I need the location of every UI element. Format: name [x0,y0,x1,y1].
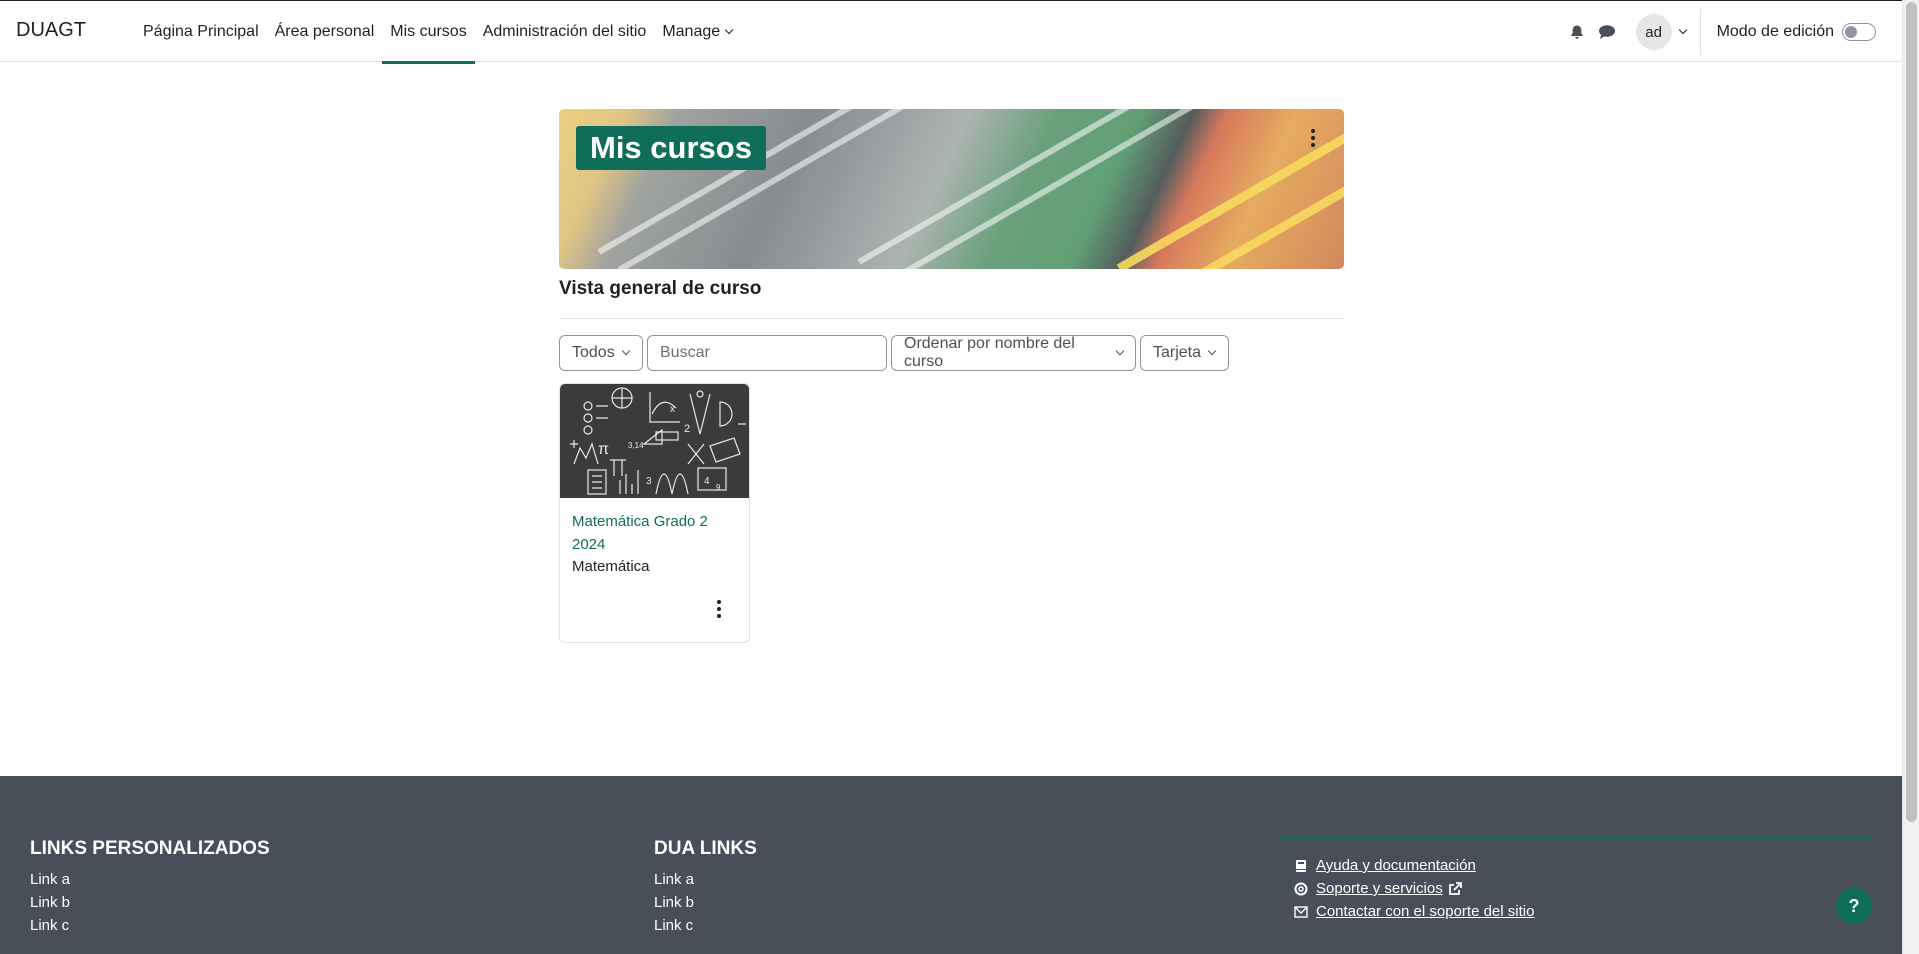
contact-support-link[interactable]: Contactar con el soporte del sitio [1294,900,1872,923]
nav-divider [1699,9,1701,55]
support-services-link[interactable]: Soporte y servicios [1294,877,1872,900]
page-footer: LINKS PERSONALIZADOS Link a Link b Link … [0,776,1902,954]
sort-dropdown[interactable]: Ordenar por nombre del curso [891,335,1136,371]
svg-text:x: x [670,404,675,415]
divider [559,318,1344,319]
scrollbar-thumb[interactable] [1906,2,1917,822]
search-input[interactable] [647,335,887,371]
site-brand[interactable]: DUAGT [16,19,86,42]
footer-link-c[interactable]: Link c [30,914,270,937]
course-category: Matemática [572,558,650,575]
grouping-label: Todos [572,344,615,361]
nav-dashboard-label: Área personal [274,23,375,40]
svg-text:π: π [598,441,609,458]
primary-navigation: Página Principal Área personal Mis curso… [135,1,740,64]
help-button[interactable]: ? [1836,888,1872,924]
course-card: 49 2 π 3,14 x 3 Matemática Grado 2 2024 … [559,383,750,643]
docs-link-label: Ayuda y documentación [1316,857,1476,874]
page-scrollbar[interactable] [1902,0,1919,954]
edit-mode-label: Modo de edición [1716,23,1834,40]
svg-text:3: 3 [646,476,652,487]
svg-text:3,14: 3,14 [628,441,644,450]
nav-home-label: Página Principal [143,23,259,40]
kebab-icon [1311,129,1315,133]
chevron-down-icon [1207,346,1217,356]
nav-my-courses[interactable]: Mis cursos [382,1,476,64]
kebab-dot [1311,143,1315,147]
nav-site-admin-label: Administración del sitio [482,23,647,40]
footer-link-a[interactable]: Link a [30,868,270,891]
external-link-icon [1448,881,1462,895]
chevron-down-icon [724,25,734,35]
nav-manage-label: Manage [662,23,721,40]
footer-dua-links-title: DUA LINKS [654,838,757,859]
footer-dua-link-a[interactable]: Link a [654,868,757,891]
sort-label: Ordenar por nombre del curso [904,335,1075,370]
nav-home[interactable]: Página Principal [135,1,267,63]
support-services-label: Soporte y servicios [1316,880,1443,897]
header-actions-button[interactable] [1310,129,1316,147]
user-menu-chevron-icon[interactable] [1678,25,1687,35]
user-controls: ad Modo de edición [1562,1,1902,63]
course-image[interactable]: 49 2 π 3,14 x 3 [560,384,749,498]
docs-link[interactable]: Ayuda y documentación [1294,854,1872,877]
edit-mode-toggle[interactable] [1842,23,1876,41]
nav-my-courses-label: Mis cursos [390,23,467,40]
footer-link-b[interactable]: Link b [30,891,270,914]
page-title: Mis cursos [576,126,766,170]
top-navbar: DUAGT Página Principal Área personal Mis… [0,0,1902,64]
svg-text:9: 9 [716,483,721,492]
user-initials: ad [1645,23,1662,41]
course-actions-button[interactable] [717,600,721,618]
avatar[interactable]: ad [1635,14,1672,50]
nav-site-admin[interactable]: Administración del sitio [475,1,655,63]
svg-text:4: 4 [704,476,710,487]
lifebuoy-icon [1294,882,1308,895]
svg-text:2: 2 [684,423,690,435]
view-dropdown[interactable]: Tarjeta [1140,335,1229,371]
book-icon [1296,859,1306,872]
chat-icon [1598,25,1615,39]
toggle-knob [1845,25,1857,38]
chevron-down-icon [621,346,630,356]
kebab-dot [1311,136,1315,140]
nav-dashboard[interactable]: Área personal [267,1,383,63]
course-name-link[interactable]: Matemática Grado 2 2024 [572,510,737,556]
envelope-icon [1294,905,1308,918]
kebab-icon [717,600,721,604]
nav-manage[interactable]: Manage [654,1,740,63]
course-overview-title: Vista general de curso [559,278,762,299]
footer-custom-links-title: LINKS PERSONALIZADOS [30,838,270,859]
chevron-down-icon [1115,346,1125,356]
page-header-banner: Mis cursos [559,109,1344,269]
messages-button[interactable] [1592,17,1622,47]
kebab-dot [717,607,721,611]
math-pattern-image: 49 2 π 3,14 x 3 [570,387,746,495]
notifications-button[interactable] [1562,17,1592,47]
grouping-dropdown[interactable]: Todos [559,335,643,371]
course-card-body: Matemática Grado 2 2024 Matemática [560,498,749,590]
view-label: Tarjeta [1153,344,1202,361]
footer-support: Ayuda y documentación Soporte y servicio… [1280,838,1872,923]
kebab-dot [717,614,721,618]
footer-dua-link-b[interactable]: Link b [654,891,757,914]
footer-dua-links: DUA LINKS Link a Link b Link c [654,838,757,937]
footer-dua-link-c[interactable]: Link c [654,914,757,937]
footer-custom-links: LINKS PERSONALIZADOS Link a Link b Link … [30,838,270,937]
bell-icon [1570,25,1583,39]
contact-support-label: Contactar con el soporte del sitio [1316,903,1535,920]
